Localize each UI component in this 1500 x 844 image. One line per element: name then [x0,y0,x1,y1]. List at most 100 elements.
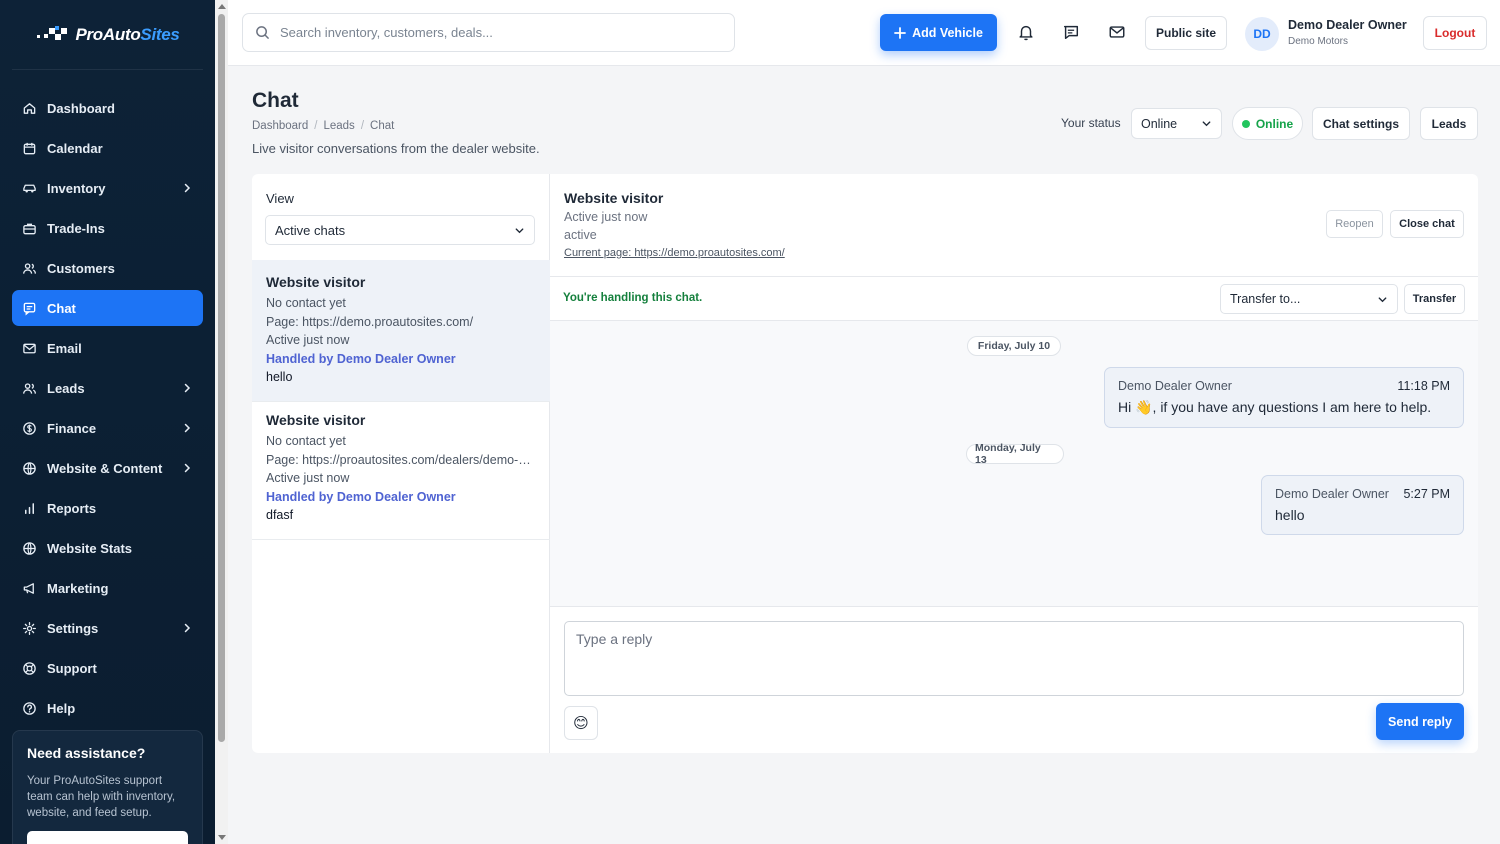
add-vehicle-label: Add Vehicle [912,25,983,40]
sidebar-item-label: Settings [47,620,99,636]
sidebar-item-label: Leads [47,380,85,396]
avatar[interactable]: DD [1245,17,1279,51]
chat-icon [1063,25,1079,40]
sidebar-item-website-stats[interactable]: Website Stats [12,530,203,566]
chevron-right-icon [184,383,191,393]
sidebar-item-label: Support [47,660,97,676]
message-author: Demo Dealer Owner [1118,379,1232,393]
status-select[interactable]: Online [1131,108,1222,139]
sidebar-item-finance[interactable]: Finance [12,410,203,446]
page-title: Chat [252,89,299,112]
bell-icon [1019,25,1033,41]
chevron-down-icon [1378,296,1387,302]
sidebar-item-marketing[interactable]: Marketing [12,570,203,606]
breadcrumb-leads[interactable]: Leads [323,120,354,132]
sidebar-item-label: Inventory [47,180,106,196]
sidebar-item-label: Marketing [47,580,109,596]
sidebar-item-dashboard[interactable]: Dashboard [12,90,203,126]
user-org: Demo Motors [1288,36,1349,47]
chat-settings-button[interactable]: Chat settings [1312,107,1410,140]
breadcrumb-separator: / [314,120,318,132]
online-dot-icon [1241,119,1250,128]
notifications-button[interactable] [1016,22,1036,42]
conversation-activity: Active just now [266,333,350,347]
mail-button[interactable] [1107,22,1127,42]
sidebar-item-settings[interactable]: Settings [12,610,203,646]
breadcrumb-separator: / [360,120,365,132]
search-icon [256,26,269,39]
scroll-up-icon[interactable] [218,4,226,9]
transfer-select[interactable]: Transfer to... [1220,284,1398,314]
megaphone-icon [22,581,37,596]
sidebar-item-label: Calendar [47,140,103,156]
sidebar-item-email[interactable]: Email [12,330,203,366]
message-bubble: Demo Dealer Owner 11:18 PM Hi 👋, if you … [1104,367,1464,428]
day-divider: Friday, July 10 [967,336,1061,356]
chat-header: Website visitor Active just now active C… [550,174,1478,277]
sidebar-item-label: Customers [47,260,115,276]
conversation-page: Page: https://proautosites.com/dealers/d… [266,452,536,467]
view-select[interactable]: Active chats [265,215,535,245]
close-chat-button[interactable]: Close chat [1390,210,1464,238]
messages-button[interactable] [1061,22,1081,42]
logo-mark-icon [35,25,69,44]
reply-composer: 😊 Send reply [550,606,1478,753]
send-reply-button[interactable]: Send reply [1376,703,1464,740]
sidebar-item-customers[interactable]: Customers [12,250,203,286]
sidebar-item-label: Website Stats [47,540,133,556]
brand-name-accent: Sites [140,24,180,44]
sidebar-item-inventory[interactable]: Inventory [12,170,203,206]
breadcrumb-dashboard[interactable]: Dashboard [252,120,308,132]
conversation-title: Website visitor [266,274,366,290]
contact-support-button[interactable] [27,831,188,844]
sidebar-item-help[interactable]: Help [12,690,203,726]
sidebar-nav: Dashboard Calendar Inventory Trade-Ins Custo… [0,70,215,726]
sidebar-item-trade-ins[interactable]: Trade-Ins [12,210,203,246]
sidebar-item-label: Help [47,700,76,716]
sidebar-item-support[interactable]: Support [12,650,203,686]
sidebar-item-chat[interactable]: Chat [12,290,203,326]
sidebar-item-leads[interactable]: Leads [12,370,203,406]
gear-icon [22,621,37,636]
add-vehicle-button[interactable]: Add Vehicle [880,14,997,51]
leads-button[interactable]: Leads [1420,107,1478,140]
globe-icon [22,541,37,556]
chevron-right-icon [184,463,191,473]
online-status-label: Online [1255,116,1294,131]
chat-visitor-title: Website visitor [564,190,664,206]
message-text: Hi 👋, if you have any questions I am her… [1118,399,1432,415]
brand-logo[interactable]: ProAutoSites [12,0,203,70]
conversation-handler: Handled by Demo Dealer Owner [266,351,456,366]
sidebar-item-label: Dashboard [47,100,115,116]
conversation-activity: Active just now [266,471,350,485]
assistance-title: Need assistance? [27,745,146,761]
message-thread[interactable]: Friday, July 10 Demo Dealer Owner 11:18 … [550,321,1478,606]
message-author: Demo Dealer Owner [1275,487,1389,501]
chevron-right-icon [184,183,191,193]
transfer-button[interactable]: Transfer [1404,284,1465,314]
sidebar-item-website-content[interactable]: Website & Content [12,450,203,486]
bar-chart-icon [22,501,37,516]
reopen-button[interactable]: Reopen [1326,210,1383,238]
reply-input[interactable] [564,621,1464,696]
sidebar-item-reports[interactable]: Reports [12,490,203,526]
scroll-down-icon[interactable] [218,835,226,840]
conversation-last-message: hello [266,370,293,384]
search-input[interactable] [280,25,722,40]
conversation-page: Page: https://demo.proautosites.com/ [266,314,474,329]
public-site-button[interactable]: Public site [1145,16,1227,50]
sidebar-item-calendar[interactable]: Calendar [12,130,203,166]
scrollbar-thumb[interactable] [218,14,225,742]
conversation-item[interactable]: Website visitor No contact yet Page: htt… [252,398,550,540]
page-scrollbar[interactable] [215,0,228,844]
search-box[interactable] [242,13,735,52]
chat-pane: Website visitor Active just now active C… [550,174,1478,753]
conversation-item[interactable]: Website visitor No contact yet Page: htt… [252,260,550,402]
breadcrumb-chat: Chat [370,120,395,132]
transfer-select-value: Transfer to... [1230,292,1301,306]
conversation-contact: No contact yet [266,296,346,310]
emoji-button[interactable]: 😊 [564,706,598,740]
current-page-link[interactable]: Current page: https://demo.proautosites.… [564,247,785,259]
logout-button[interactable]: Logout [1423,16,1487,50]
chevron-down-icon [515,227,524,233]
